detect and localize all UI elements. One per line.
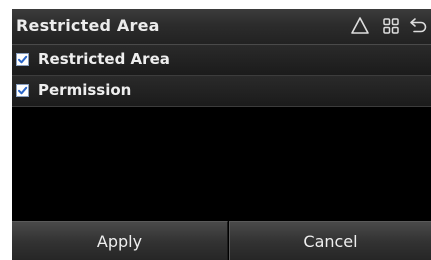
option-row-permission[interactable]: Permission: [12, 76, 431, 107]
restricted-area-checkbox[interactable]: [16, 53, 29, 66]
page-title: Restricted Area: [16, 16, 160, 35]
back-icon[interactable]: [409, 16, 429, 36]
cancel-button[interactable]: Cancel: [229, 221, 431, 260]
restricted-area-screen: Restricted Area Restricted Area Permissi…: [12, 9, 431, 260]
option-row-restricted-area[interactable]: Restricted Area: [12, 45, 431, 76]
option-label: Restricted Area: [38, 50, 170, 68]
apply-button[interactable]: Apply: [12, 221, 228, 260]
grid-menu-icon[interactable]: [381, 16, 401, 36]
permission-checkbox[interactable]: [16, 84, 29, 97]
header-bar: Restricted Area: [12, 9, 431, 45]
option-label: Permission: [38, 81, 132, 99]
navigation-icon[interactable]: [350, 16, 370, 36]
footer-button-bar: Apply Cancel: [12, 221, 431, 260]
